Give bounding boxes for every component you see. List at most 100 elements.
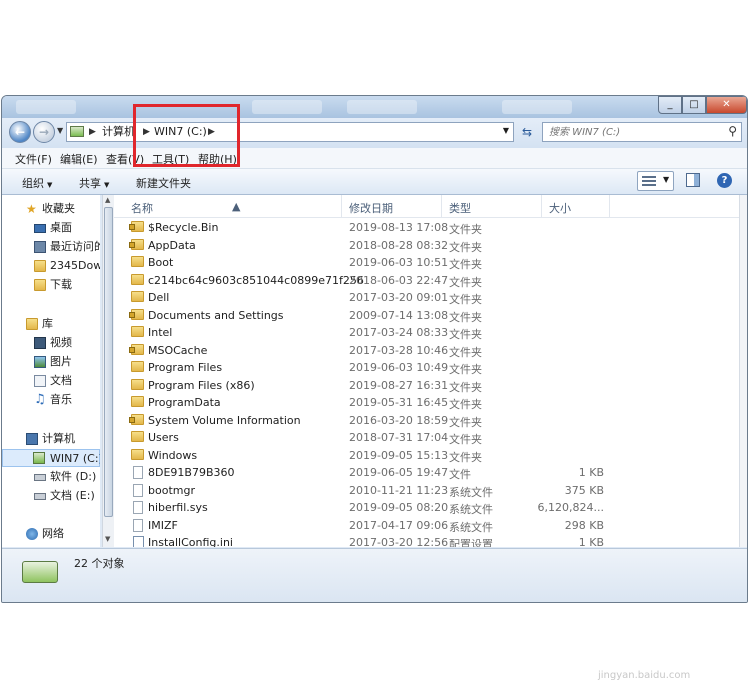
scroll-up-icon[interactable]: ▲ bbox=[105, 196, 110, 204]
nav-pane-scrollbar[interactable]: ▲ ▼ bbox=[102, 195, 114, 547]
video-icon bbox=[34, 337, 46, 349]
back-button[interactable]: ← bbox=[9, 121, 31, 143]
column-type[interactable]: 类型 bbox=[449, 200, 471, 216]
file-name: Program Files bbox=[148, 361, 223, 374]
menu-file[interactable]: 文件(F) bbox=[15, 151, 52, 167]
file-type: 系统文件 bbox=[449, 485, 493, 499]
file-list-scrollbar[interactable] bbox=[739, 195, 747, 547]
column-headers: ▲ 名称 修改日期 类型 大小 bbox=[114, 195, 739, 218]
menu-edit[interactable]: 编辑(E) bbox=[60, 151, 98, 167]
nav-desktop[interactable]: 桌面 bbox=[2, 219, 100, 237]
file-icon bbox=[133, 483, 143, 497]
forward-button[interactable]: → bbox=[33, 121, 55, 143]
lock-icon bbox=[129, 241, 135, 248]
scrollbar-thumb[interactable] bbox=[104, 207, 113, 517]
nav-drive-d[interactable]: 软件 (D:) bbox=[2, 468, 100, 486]
nav-music[interactable]: ♫ 音乐 bbox=[2, 391, 100, 409]
preview-pane-icon[interactable] bbox=[686, 173, 700, 187]
minimize-button[interactable]: _ bbox=[658, 96, 682, 114]
table-row[interactable]: InstallConfig.ini 2017-03-20 12:56 配置设置 1 K… bbox=[114, 534, 739, 547]
table-row[interactable]: $Recycle.Bin 2019-08-13 17:08 文件夹 bbox=[114, 219, 739, 236]
breadcrumb-separator-icon[interactable]: ▶ bbox=[89, 125, 96, 139]
nav-drive-c[interactable]: WIN7 (C:) bbox=[2, 449, 100, 467]
table-row[interactable]: Dell 2017-03-20 09:01 文件夹 bbox=[114, 289, 739, 306]
file-type: 文件夹 bbox=[449, 363, 482, 376]
nav-downloads[interactable]: 下载 bbox=[2, 276, 100, 294]
file-date: 2019-08-13 17:08 bbox=[349, 221, 449, 234]
view-options-button[interactable]: ▼ bbox=[637, 171, 674, 191]
table-row[interactable]: Program Files (x86) 2019-08-27 16:31 文件夹 bbox=[114, 377, 739, 394]
table-row[interactable]: MSOCache 2017-03-28 10:46 文件夹 bbox=[114, 342, 739, 359]
file-date: 2018-07-31 17:04 bbox=[349, 431, 449, 444]
scroll-down-icon[interactable]: ▼ bbox=[105, 535, 110, 543]
table-row[interactable]: IMIZF 2017-04-17 09:06 系统文件 298 KB bbox=[114, 517, 739, 534]
address-dropdown-icon[interactable]: ▼ bbox=[503, 126, 509, 135]
table-row[interactable]: System Volume Information 2016-03-20 18:5… bbox=[114, 412, 739, 429]
nav-favorites[interactable]: ★ 收藏夹 bbox=[2, 200, 100, 218]
nav-2345downloads[interactable]: 2345Dowr bbox=[2, 257, 100, 275]
file-type: 文件夹 bbox=[449, 310, 482, 324]
help-icon[interactable]: ? bbox=[717, 173, 732, 188]
nav-videos[interactable]: 视频 bbox=[2, 334, 100, 352]
refresh-icon[interactable]: ⇆ bbox=[516, 122, 538, 142]
file-icon bbox=[133, 466, 143, 479]
table-row[interactable]: Windows 2019-09-05 15:13 文件夹 bbox=[114, 447, 739, 464]
table-row[interactable]: c214bc64c9603c851044c0899e71f256 2018-06-… bbox=[114, 272, 739, 289]
background-taskbar-ghost bbox=[347, 100, 417, 114]
table-row[interactable]: bootmgr 2010-11-21 11:23 系统文件 375 KB bbox=[114, 482, 739, 499]
maximize-button[interactable]: □ bbox=[682, 96, 706, 114]
file-type: 文件夹 bbox=[449, 433, 482, 446]
new-folder-button[interactable]: 新建文件夹 bbox=[136, 175, 191, 191]
nav-computer[interactable]: 计算机 bbox=[2, 430, 100, 448]
locked-folder-icon bbox=[129, 308, 144, 320]
table-row[interactable]: AppData 2018-08-28 08:32 文件夹 bbox=[114, 237, 739, 254]
file-size: 298 KB bbox=[564, 518, 604, 532]
music-icon: ♫ bbox=[34, 392, 46, 407]
nav-documents[interactable]: 文档 bbox=[2, 372, 100, 390]
column-divider[interactable] bbox=[609, 195, 610, 217]
table-row[interactable]: ProgramData 2019-05-31 16:45 文件夹 bbox=[114, 394, 739, 411]
search-input[interactable] bbox=[549, 125, 719, 139]
table-row[interactable]: 8DE91B79B360 2019-06-05 19:47 文件 1 KB bbox=[114, 464, 739, 481]
table-row[interactable]: Users 2018-07-31 17:04 文件夹 bbox=[114, 429, 739, 446]
nav-label: 图片 bbox=[50, 355, 72, 368]
organize-button[interactable]: 组织 ▼ bbox=[22, 175, 52, 191]
nav-label: 计算机 bbox=[42, 432, 75, 445]
table-row[interactable]: Program Files 2019-06-03 10:49 文件夹 bbox=[114, 359, 739, 376]
nav-label: 文档 bbox=[50, 374, 72, 387]
table-row[interactable]: Documents and Settings 2009-07-14 13:08 文件… bbox=[114, 307, 739, 324]
table-row[interactable]: Boot 2019-06-03 10:51 文件夹 bbox=[114, 254, 739, 271]
file-type: 文件夹 bbox=[449, 223, 482, 236]
table-row[interactable]: hiberfil.sys 2019-09-05 08:20 系统文件 6,120,82… bbox=[114, 499, 739, 516]
file-name: InstallConfig.ini bbox=[148, 536, 233, 547]
chevron-down-icon: ▼ bbox=[663, 175, 670, 184]
file-date: 2017-03-20 09:01 bbox=[349, 291, 449, 304]
nav-label: 2345Dowr bbox=[50, 259, 100, 272]
file-type: 文件夹 bbox=[449, 293, 482, 306]
recent-pages-dropdown-icon[interactable]: ▼ bbox=[57, 126, 63, 135]
folder-icon bbox=[131, 291, 144, 302]
file-name: AppData bbox=[148, 238, 196, 252]
title-bar[interactable]: _ □ ✕ bbox=[2, 96, 747, 118]
search-icon[interactable]: ⚲ bbox=[728, 124, 737, 138]
column-date[interactable]: 修改日期 bbox=[349, 200, 393, 216]
nav-network[interactable]: 网络 bbox=[2, 525, 100, 543]
background-taskbar-ghost bbox=[16, 100, 76, 114]
nav-recent[interactable]: 最近访问的 bbox=[2, 238, 100, 256]
lock-icon bbox=[129, 416, 135, 423]
nav-drive-e[interactable]: 文档 (E:) bbox=[2, 487, 100, 505]
share-button[interactable]: 共享 ▼ bbox=[79, 175, 109, 191]
column-divider[interactable] bbox=[541, 195, 542, 217]
column-size[interactable]: 大小 bbox=[549, 200, 571, 216]
search-box[interactable]: ⚲ bbox=[542, 122, 742, 142]
breadcrumb-computer[interactable]: 计算机 bbox=[102, 125, 135, 139]
nav-libraries[interactable]: 库 bbox=[2, 315, 100, 333]
close-button[interactable]: ✕ bbox=[706, 96, 747, 114]
lock-icon bbox=[129, 346, 135, 353]
hard-drive-icon bbox=[34, 493, 46, 500]
table-row[interactable]: Intel 2017-03-24 08:33 文件夹 bbox=[114, 324, 739, 341]
column-divider[interactable] bbox=[441, 195, 442, 217]
column-name[interactable]: 名称 bbox=[131, 200, 153, 216]
column-divider[interactable] bbox=[341, 195, 342, 217]
nav-pictures[interactable]: 图片 bbox=[2, 353, 100, 371]
